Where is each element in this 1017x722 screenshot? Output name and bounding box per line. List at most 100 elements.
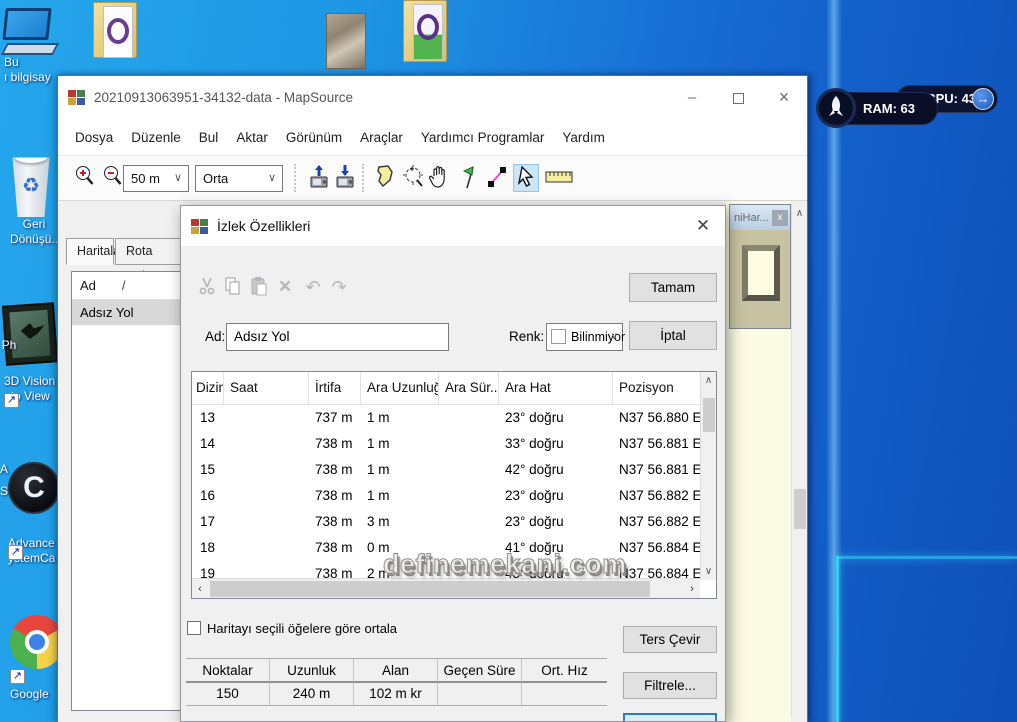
copy-icon[interactable] xyxy=(221,276,245,300)
cut-icon[interactable] xyxy=(195,276,219,300)
partial-bottom-button[interactable] xyxy=(623,713,717,722)
paste-icon[interactable] xyxy=(247,276,271,300)
scrollbar-thumb[interactable] xyxy=(703,398,715,432)
color-swatch xyxy=(551,329,566,344)
scroll-right-icon[interactable]: › xyxy=(684,579,700,599)
zoom-select-icon[interactable] xyxy=(401,164,427,192)
chrome-icon xyxy=(10,615,64,669)
track-table-cell: 23° doğru xyxy=(499,405,613,431)
rocket-icon[interactable] xyxy=(816,88,856,128)
zoom-in-icon[interactable] xyxy=(72,164,98,192)
tab-haritalar[interactable]: Haritalar xyxy=(66,238,114,265)
scrollbar-thumb[interactable] xyxy=(210,581,650,597)
chevron-down-icon: ∨ xyxy=(268,166,276,191)
scroll-down-icon[interactable]: ∨ xyxy=(701,566,716,577)
keyboard-icon xyxy=(1,43,59,55)
icon-label-fragment: S xyxy=(0,484,8,499)
measure-ruler-icon[interactable] xyxy=(545,164,571,192)
track-table-row[interactable]: 15738 m1 m42° doğruN37 56.881 E4 xyxy=(192,457,700,483)
tab-rota-nokta[interactable]: Rota Nokta xyxy=(115,238,185,265)
delete-icon[interactable]: × xyxy=(273,276,297,300)
desktop-photo-file-icon[interactable] xyxy=(326,13,366,69)
mapsource-app-icon xyxy=(68,89,85,106)
minimap-title: niHar... xyxy=(730,212,772,224)
desktop-icon-advanced-systemcare[interactable]: A S C ↗ Advance ystemCa xyxy=(8,462,62,566)
icon-label: Bu ı bilgisay xyxy=(4,55,62,85)
desktop-folder-icon-1[interactable] xyxy=(93,2,143,64)
track-table-row[interactable]: 16738 m1 m23° doğruN37 56.882 E4 xyxy=(192,483,700,509)
desktop-icon-this-pc[interactable]: Bu ı bilgisay xyxy=(4,8,62,85)
expand-arrow-icon[interactable]: → xyxy=(972,88,994,110)
color-label: Renk: xyxy=(509,329,544,344)
cancel-button[interactable]: İptal xyxy=(629,321,717,350)
track-table-cell: 17 xyxy=(192,509,224,535)
undo-icon[interactable]: ↶ xyxy=(301,276,325,300)
track-table-cell xyxy=(224,509,309,535)
wallpaper-glow-line-vertical xyxy=(836,556,839,722)
menu-araclar[interactable]: Araçlar xyxy=(351,126,412,149)
waypoint-flag-icon[interactable] xyxy=(456,164,482,192)
desktop-folder-icon-2[interactable] xyxy=(403,0,455,66)
menu-bul[interactable]: Bul xyxy=(190,126,228,149)
color-combobox[interactable]: Bilinmiyor ∨ xyxy=(546,323,623,351)
map-tool-icon[interactable] xyxy=(372,164,398,192)
scroll-left-icon[interactable]: ‹ xyxy=(192,579,208,599)
track-table-row[interactable]: 14738 m1 m33° doğruN37 56.881 E4 xyxy=(192,431,700,457)
center-map-checkbox[interactable] xyxy=(187,621,201,635)
scroll-up-icon[interactable]: ∧ xyxy=(792,208,807,219)
reverse-button[interactable]: Ters Çevir xyxy=(623,626,717,653)
menu-gorunum[interactable]: Görünüm xyxy=(277,126,351,149)
track-table-cell: 738 m xyxy=(309,431,361,457)
redo-icon[interactable]: ↷ xyxy=(327,276,351,300)
menu-yardimci-programlar[interactable]: Yardımcı Programlar xyxy=(412,126,554,149)
icon-label-fragment: Ph xyxy=(0,338,19,353)
selection-arrow-icon[interactable] xyxy=(513,164,539,192)
track-table-row[interactable]: 17738 m3 m23° doğruN37 56.882 E4 xyxy=(192,509,700,535)
filter-button[interactable]: Filtrele... xyxy=(623,672,717,699)
table-vertical-scrollbar[interactable]: ∧ ∨ xyxy=(700,372,716,580)
send-to-device-icon[interactable] xyxy=(306,164,332,192)
main-vertical-scrollbar[interactable]: ∧ xyxy=(791,204,807,716)
detail-level-combobox[interactable]: Orta∨ xyxy=(195,165,283,192)
pan-hand-icon[interactable] xyxy=(426,164,452,192)
maximize-button[interactable] xyxy=(715,76,761,119)
menu-aktar[interactable]: Aktar xyxy=(227,126,277,149)
menu-yardim[interactable]: Yardım xyxy=(553,126,614,149)
scroll-up-icon[interactable]: ∧ xyxy=(701,375,716,386)
route-tool-icon[interactable] xyxy=(484,164,510,192)
desktop-icon-photo-viewer[interactable]: ↗ Ph 3D Vision oto View xyxy=(4,304,62,404)
desktop-icon-recycle-bin[interactable]: ♻ Geri Dönüşü... xyxy=(10,155,58,247)
track-table-cell: 23° doğru xyxy=(499,483,613,509)
track-table-cell xyxy=(439,483,499,509)
scrollbar-thumb[interactable] xyxy=(794,489,806,529)
eagle-image xyxy=(20,322,45,340)
track-properties-dialog: İzlek Özellikleri ✕ × ↶ ↷ Tamam Ad: Adsı… xyxy=(180,205,726,722)
minimize-button[interactable]: – xyxy=(669,76,715,119)
ok-button[interactable]: Tamam xyxy=(629,273,717,302)
computer-icon xyxy=(2,8,51,40)
window-titlebar[interactable]: 20210913063951-34132-data - MapSource – … xyxy=(58,76,807,119)
minimap-window: niHar... x xyxy=(729,204,791,329)
close-button[interactable]: × xyxy=(761,76,807,119)
name-input[interactable]: Adsız Yol xyxy=(226,323,449,351)
minimap-close-icon[interactable]: x xyxy=(772,210,788,226)
receive-from-device-icon[interactable] xyxy=(332,164,358,192)
table-horizontal-scrollbar[interactable]: ‹ › xyxy=(192,578,700,598)
track-table-cell: 42° doğru xyxy=(499,457,613,483)
map-scale-combobox[interactable]: 50 m∨ xyxy=(123,165,189,192)
toolbar-separator xyxy=(362,164,366,192)
menu-duzenle[interactable]: Düzenle xyxy=(122,126,190,149)
minimap-view-rectangle xyxy=(742,245,780,301)
track-table-row[interactable]: 13737 m1 m23° doğruN37 56.880 E4 xyxy=(192,405,700,431)
table-header-row[interactable]: Dizin Saat İrtifa Ara Uzunluğu Ara Sür..… xyxy=(192,372,716,405)
menu-dosya[interactable]: Dosya xyxy=(66,126,122,149)
track-table-cell: 738 m xyxy=(309,457,361,483)
dialog-close-icon[interactable]: ✕ xyxy=(681,216,725,236)
toolbar-separator xyxy=(294,164,298,192)
desktop: Bu ı bilgisay ♻ Geri Dönüşü... ↗ Ph 3D V… xyxy=(0,0,1017,722)
photo-thumbnail xyxy=(326,13,366,69)
minimap-titlebar[interactable]: niHar... x xyxy=(730,205,790,230)
track-table-cell: 1 m xyxy=(361,457,439,483)
dialog-titlebar[interactable]: İzlek Özellikleri ✕ xyxy=(181,206,725,246)
sort-indicator: / xyxy=(122,278,126,293)
